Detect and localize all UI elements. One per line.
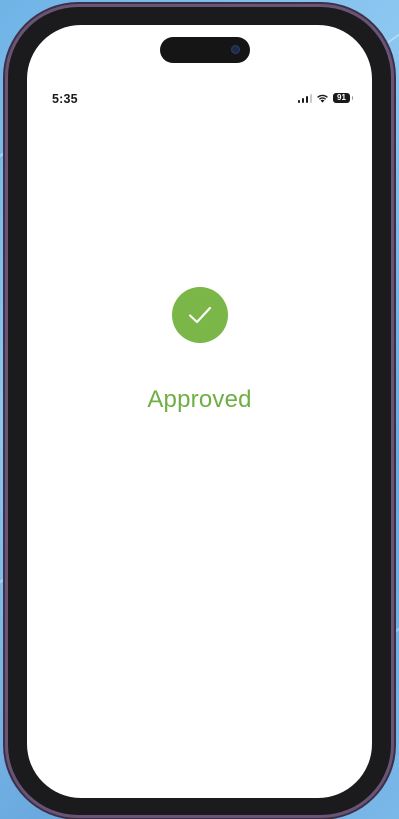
front-camera-icon [231,45,240,54]
battery-icon: 91 [333,93,353,103]
checkmark-icon [171,287,228,343]
approval-status: Approved [27,287,372,414]
dynamic-island [160,37,250,63]
wifi-icon [317,94,328,103]
approved-label: Approved [147,386,252,413]
status-icons: 91 [297,93,353,103]
status-time: 5:35 [52,92,78,106]
battery-level: 91 [337,93,346,102]
signal-icon [297,93,312,103]
phone-screen: 5:35 91 Approved [27,25,372,798]
